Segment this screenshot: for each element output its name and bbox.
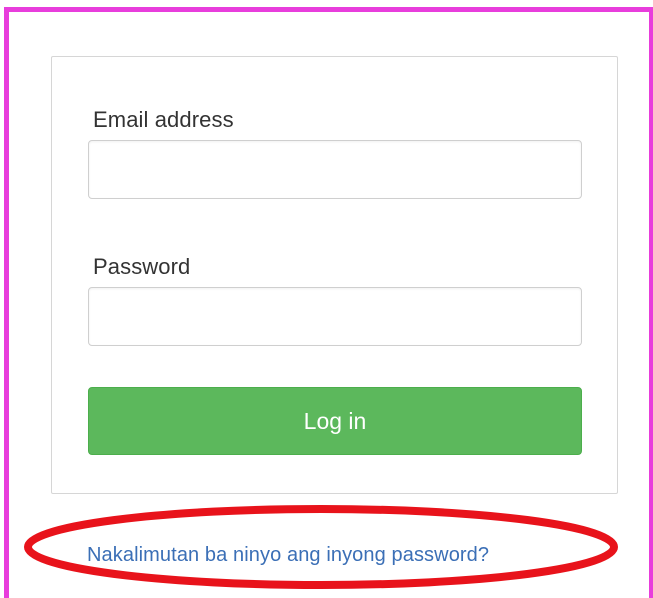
forgot-password-link[interactable]: Nakalimutan ba ninyo ang inyong password… (87, 544, 489, 567)
password-field[interactable] (88, 287, 582, 346)
password-label: Password (93, 254, 191, 279)
login-button[interactable]: Log in (88, 387, 582, 455)
email-field[interactable] (88, 140, 582, 199)
email-label: Email address (93, 107, 234, 132)
